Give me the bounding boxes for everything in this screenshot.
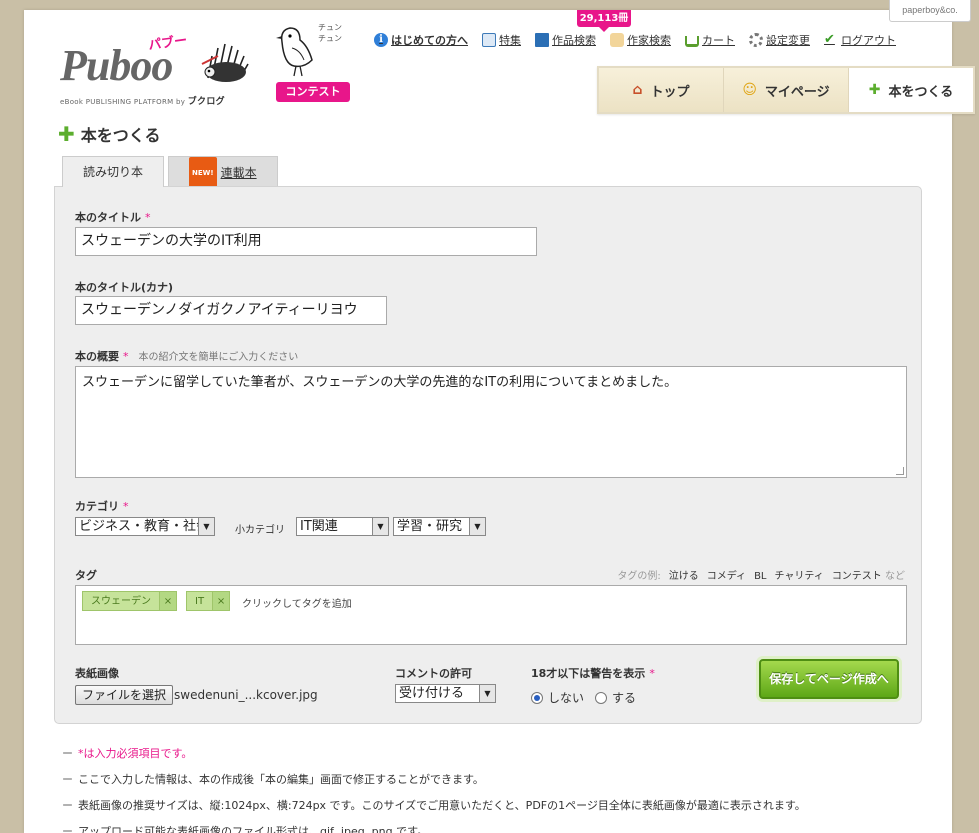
title-label: 本のタイトル * [75, 211, 151, 224]
tag-chip: スウェーデン × [82, 591, 177, 611]
note-item: ーここで入力した情報は、本の作成後「本の編集」画面で修正することができます。 [62, 773, 484, 786]
kana-input[interactable]: スウェーデンノダイガクノアイティーリヨウ [75, 296, 387, 325]
book-search-icon [535, 33, 549, 47]
kana-label: 本のタイトル(カナ) [75, 281, 174, 294]
age-warning-no-radio[interactable]: しない [531, 689, 584, 706]
category-label: カテゴリ * [75, 500, 129, 513]
tag-example[interactable]: コメディ [707, 571, 746, 582]
house-icon: ⌂ [632, 82, 643, 98]
save-button[interactable]: 保存してページ作成へ [759, 659, 899, 699]
age-warning-label: 18才以下は警告を表示 * [531, 667, 655, 680]
tag-label: タグ [75, 569, 97, 582]
file-name: swedenuni_...kcover.jpg [174, 688, 318, 702]
nav-features[interactable]: 特集 [482, 32, 521, 48]
comment-label: コメントの許可 [395, 667, 472, 680]
info-icon: i [374, 33, 388, 47]
cart-icon [685, 35, 699, 47]
logo-subtitle: eBook PUBLISHING PLATFORM by ブクログ [60, 97, 225, 107]
subcategory-label: 小カテゴリ [235, 525, 285, 536]
tab-oneshot[interactable]: 読み切り本 [62, 156, 165, 187]
bird-icon [276, 27, 313, 77]
chevron-down-icon: ▼ [469, 518, 485, 535]
close-icon[interactable]: × [212, 591, 231, 611]
tab-mypage[interactable]: ☺ マイページ [724, 68, 849, 112]
top-navigation: i はじめての方へ 特集 作品検索 作家検索 カート 設定変更 ✔ ログアウト [374, 32, 910, 48]
comment-select[interactable]: 受け付ける ▼ [395, 684, 496, 703]
tag-example[interactable]: チャリティ [775, 571, 824, 582]
tag-chip: IT × [186, 591, 231, 611]
checkmark-icon: ✔ [824, 32, 835, 47]
resize-handle[interactable] [896, 467, 904, 475]
logo-kana: パブー [147, 33, 189, 54]
subcategory2-select[interactable]: 学習・研究 ▼ [393, 517, 486, 536]
gear-icon [749, 33, 763, 47]
plus-icon: ✚ [868, 82, 881, 98]
note-item: ー表紙画像の推奨サイズは、縦:1024px、横:724px です。このサイズでご… [62, 799, 806, 812]
book-icon [482, 33, 496, 47]
tab-create-book[interactable]: ✚ 本をつくる [849, 68, 973, 112]
nav-author-search[interactable]: 作家検索 [610, 32, 671, 48]
summary-label: 本の概要 * 本の紹介文を簡単にご入力ください [75, 350, 299, 363]
cover-label: 表紙画像 [75, 667, 119, 680]
form-type-tabs: 読み切り本 NEW! 連載本 [62, 156, 282, 189]
chevron-down-icon: ▼ [198, 518, 214, 535]
contest-button[interactable]: コンテスト [276, 82, 350, 102]
subcategory-select[interactable]: IT関連 ▼ [296, 517, 389, 536]
note-item: ー *は入力必須項目です。 [62, 747, 193, 760]
puboo-logo[interactable]: Puboo パブー eBook PUBLISHING PLATFORM by ブ… [60, 32, 260, 107]
tab-top[interactable]: ⌂ トップ [599, 68, 724, 112]
new-badge: NEW! [189, 157, 217, 189]
tab-serial[interactable]: NEW! 連載本 [168, 156, 278, 189]
nav-settings[interactable]: 設定変更 [749, 32, 810, 48]
title-input[interactable]: スウェーデンの大学のIT利用 [75, 227, 537, 256]
file-choose-button[interactable]: ファイルを選択 [75, 685, 174, 705]
radio-selected-icon [531, 691, 543, 704]
form-notes: ー *は入力必須項目です。 ーここで入力した情報は、本の作成後「本の編集」画面で修… [62, 745, 806, 833]
tag-add-hint[interactable]: クリックしてタグを追加 [242, 595, 352, 610]
tag-example[interactable]: BL [754, 571, 766, 582]
summary-textarea[interactable]: スウェーデンに留学していた筆者が、スウェーデンの大学の先進的なITの利用について… [75, 366, 907, 478]
tag-examples: タグの例: 泣ける コメディ BL チャリティ コンテスト など [617, 571, 905, 582]
radio-unselected-icon [595, 691, 607, 704]
plus-icon: ✚ [58, 122, 75, 146]
paperboy-badge[interactable]: paperboy&co. [889, 0, 971, 22]
note-item: ーアップロード可能な表紙画像のファイル形式は、gif, jpeg, png です… [62, 825, 429, 833]
hedgehog-mascot-icon [201, 43, 249, 82]
nav-cart[interactable]: カート [685, 32, 735, 48]
tag-input-box[interactable]: スウェーデン × IT × クリックしてタグを追加 [75, 585, 907, 645]
chirp-text: チュン チュン [318, 23, 342, 43]
main-tabs: ⌂ トップ ☺ マイページ ✚ 本をつくる [597, 66, 975, 114]
serial-link[interactable]: 連載本 [221, 166, 257, 180]
close-icon[interactable]: × [159, 591, 177, 611]
nav-beginners[interactable]: i はじめての方へ [374, 32, 468, 48]
book-count-badge: 29,113冊 [577, 10, 631, 32]
smiley-icon: ☺ [742, 82, 757, 98]
chevron-down-icon: ▼ [479, 685, 495, 702]
page-title: ✚ 本をつくる [58, 122, 161, 146]
category-select[interactable]: ビジネス・教育・社会 ▼ [75, 517, 215, 536]
contest-banner[interactable]: チュン チュン コンテスト [274, 20, 352, 102]
nav-book-search[interactable]: 作品検索 [535, 32, 596, 48]
tag-example[interactable]: コンテスト [832, 571, 882, 582]
create-book-form: 本のタイトル * スウェーデンの大学のIT利用 本のタイトル(カナ) スウェーデン… [54, 186, 922, 724]
tag-example[interactable]: 泣ける [669, 571, 699, 582]
author-face-icon [610, 33, 624, 47]
age-warning-yes-radio[interactable]: する [595, 689, 636, 706]
page-container: Puboo パブー eBook PUBLISHING PLATFORM by ブ… [24, 10, 975, 833]
nav-logout[interactable]: ✔ ログアウト [824, 32, 896, 48]
chevron-down-icon: ▼ [372, 518, 388, 535]
